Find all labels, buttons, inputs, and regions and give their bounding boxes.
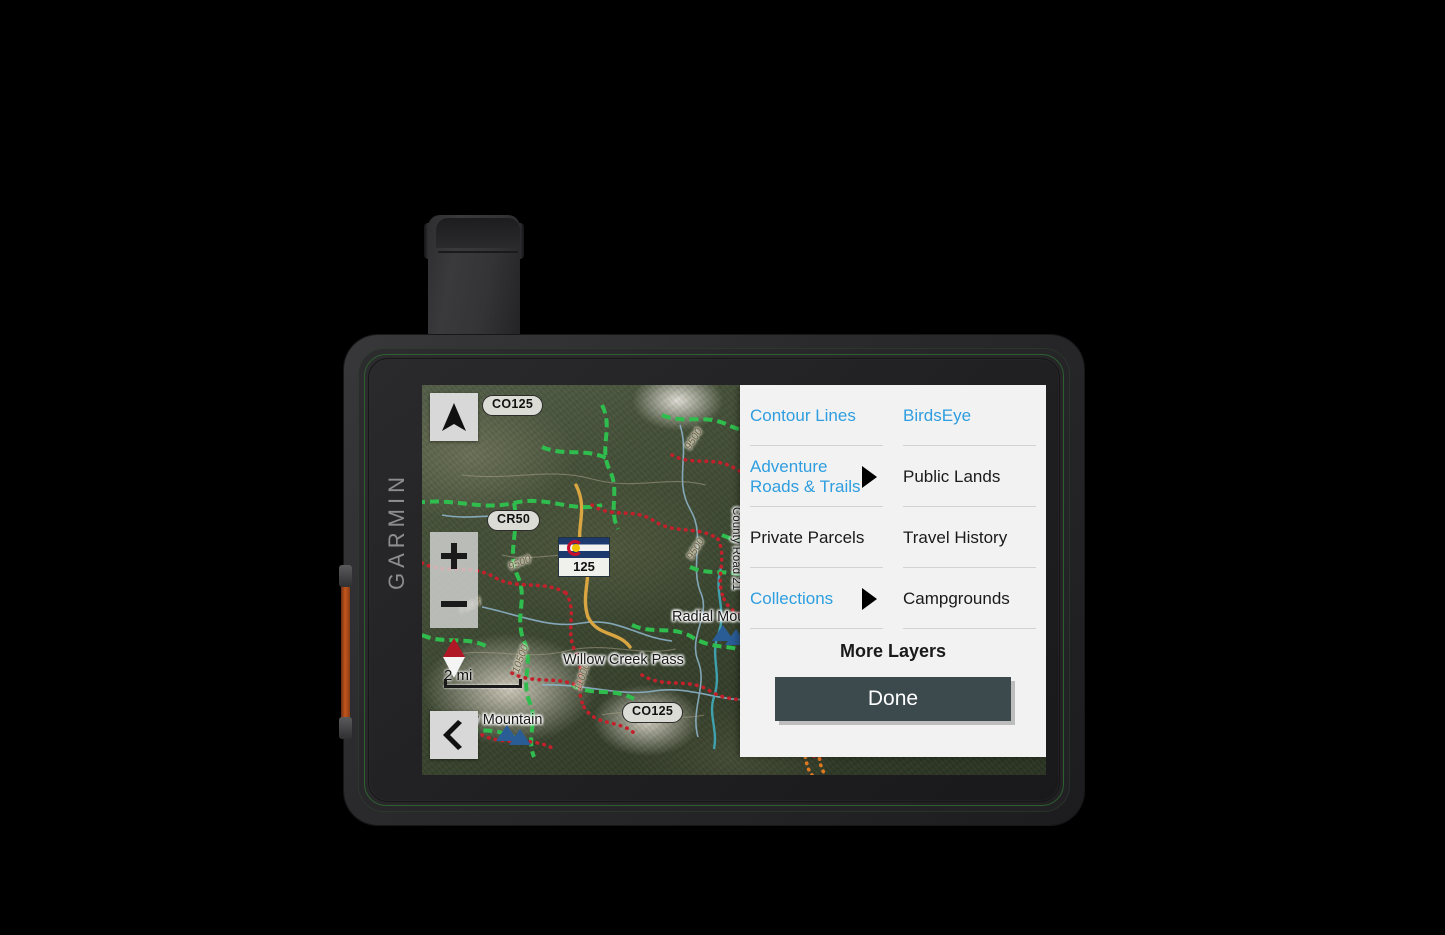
layer-item-adventure-roads-trails[interactable]: Adventure Roads & Trails [740, 446, 893, 507]
north-up-button[interactable] [430, 393, 478, 441]
road-pill-co125-top: CO125 [482, 395, 544, 416]
layer-label: Travel History [903, 527, 1008, 547]
road-pill-cr50: CR50 [487, 510, 541, 531]
zoom-controls[interactable] [430, 532, 478, 628]
strap-clip-bottom [339, 717, 352, 739]
layer-label: Private Parcels [750, 527, 865, 547]
layer-item-collections[interactable]: Collections [740, 568, 893, 629]
back-button[interactable] [430, 711, 478, 759]
layer-item-public-lands[interactable]: Public Lands [893, 446, 1046, 507]
garmin-device: GARMIN 9500 9500 9500 10500 11000 f CO12… [339, 335, 1084, 825]
zoom-in-button[interactable] [430, 532, 478, 580]
colorado-flag-icon [559, 538, 609, 558]
chevron-left-icon [443, 720, 462, 750]
route-shield-125: 125 [558, 537, 610, 577]
device-mount [424, 207, 524, 347]
mount-top-cap [436, 218, 520, 248]
map-label-radial-mountain: Radial Mour [672, 609, 751, 625]
mount-groove [438, 251, 518, 253]
mountain-icon [509, 729, 531, 745]
screenshot-stage: GARMIN 9500 9500 9500 10500 11000 f CO12… [0, 0, 1445, 935]
layer-label: Collections [750, 588, 834, 608]
layer-label: Public Lands [903, 466, 1001, 486]
layer-item-travel-history[interactable]: Travel History [893, 507, 1046, 568]
strap-clip-top [339, 565, 352, 587]
done-button[interactable]: Done [775, 677, 1011, 721]
more-layers-heading[interactable]: More Layers [740, 629, 1046, 673]
map-scale-bar: 2 mi [444, 667, 522, 688]
device-screen: 9500 9500 9500 10500 11000 730 f CO125 C… [422, 385, 1046, 775]
done-button-area: Done [740, 673, 1046, 757]
chevron-right-icon [862, 587, 877, 610]
layer-item-contour-lines[interactable]: Contour Lines [740, 385, 893, 446]
side-strap [341, 577, 350, 723]
layer-label: BirdsEye [903, 405, 972, 425]
mount-body [428, 215, 520, 347]
map-layers-panel: Contour Lines BirdsEye Adventure Roads &… [740, 385, 1046, 757]
zoom-out-button[interactable] [430, 580, 478, 628]
map-label-willow-creek-pass: Willow Creek Pass [563, 652, 684, 668]
layer-label: Adventure Roads & Trails [750, 457, 861, 496]
route-number: 125 [559, 558, 609, 576]
scale-label: 2 mi [444, 667, 473, 684]
road-pill-co125-bottom: CO125 [622, 702, 684, 723]
layers-grid: Contour Lines BirdsEye Adventure Roads &… [740, 385, 1046, 629]
chevron-right-icon [862, 465, 877, 488]
layer-item-birdseye[interactable]: BirdsEye [893, 385, 1046, 446]
layer-item-private-parcels[interactable]: Private Parcels [740, 507, 893, 568]
layer-item-campgrounds[interactable]: Campgrounds [893, 568, 1046, 629]
garmin-brand-logo: GARMIN [384, 472, 409, 590]
north-arrow-icon [442, 403, 466, 431]
layer-label: Campgrounds [903, 588, 1010, 608]
layer-label: Contour Lines [750, 405, 856, 425]
